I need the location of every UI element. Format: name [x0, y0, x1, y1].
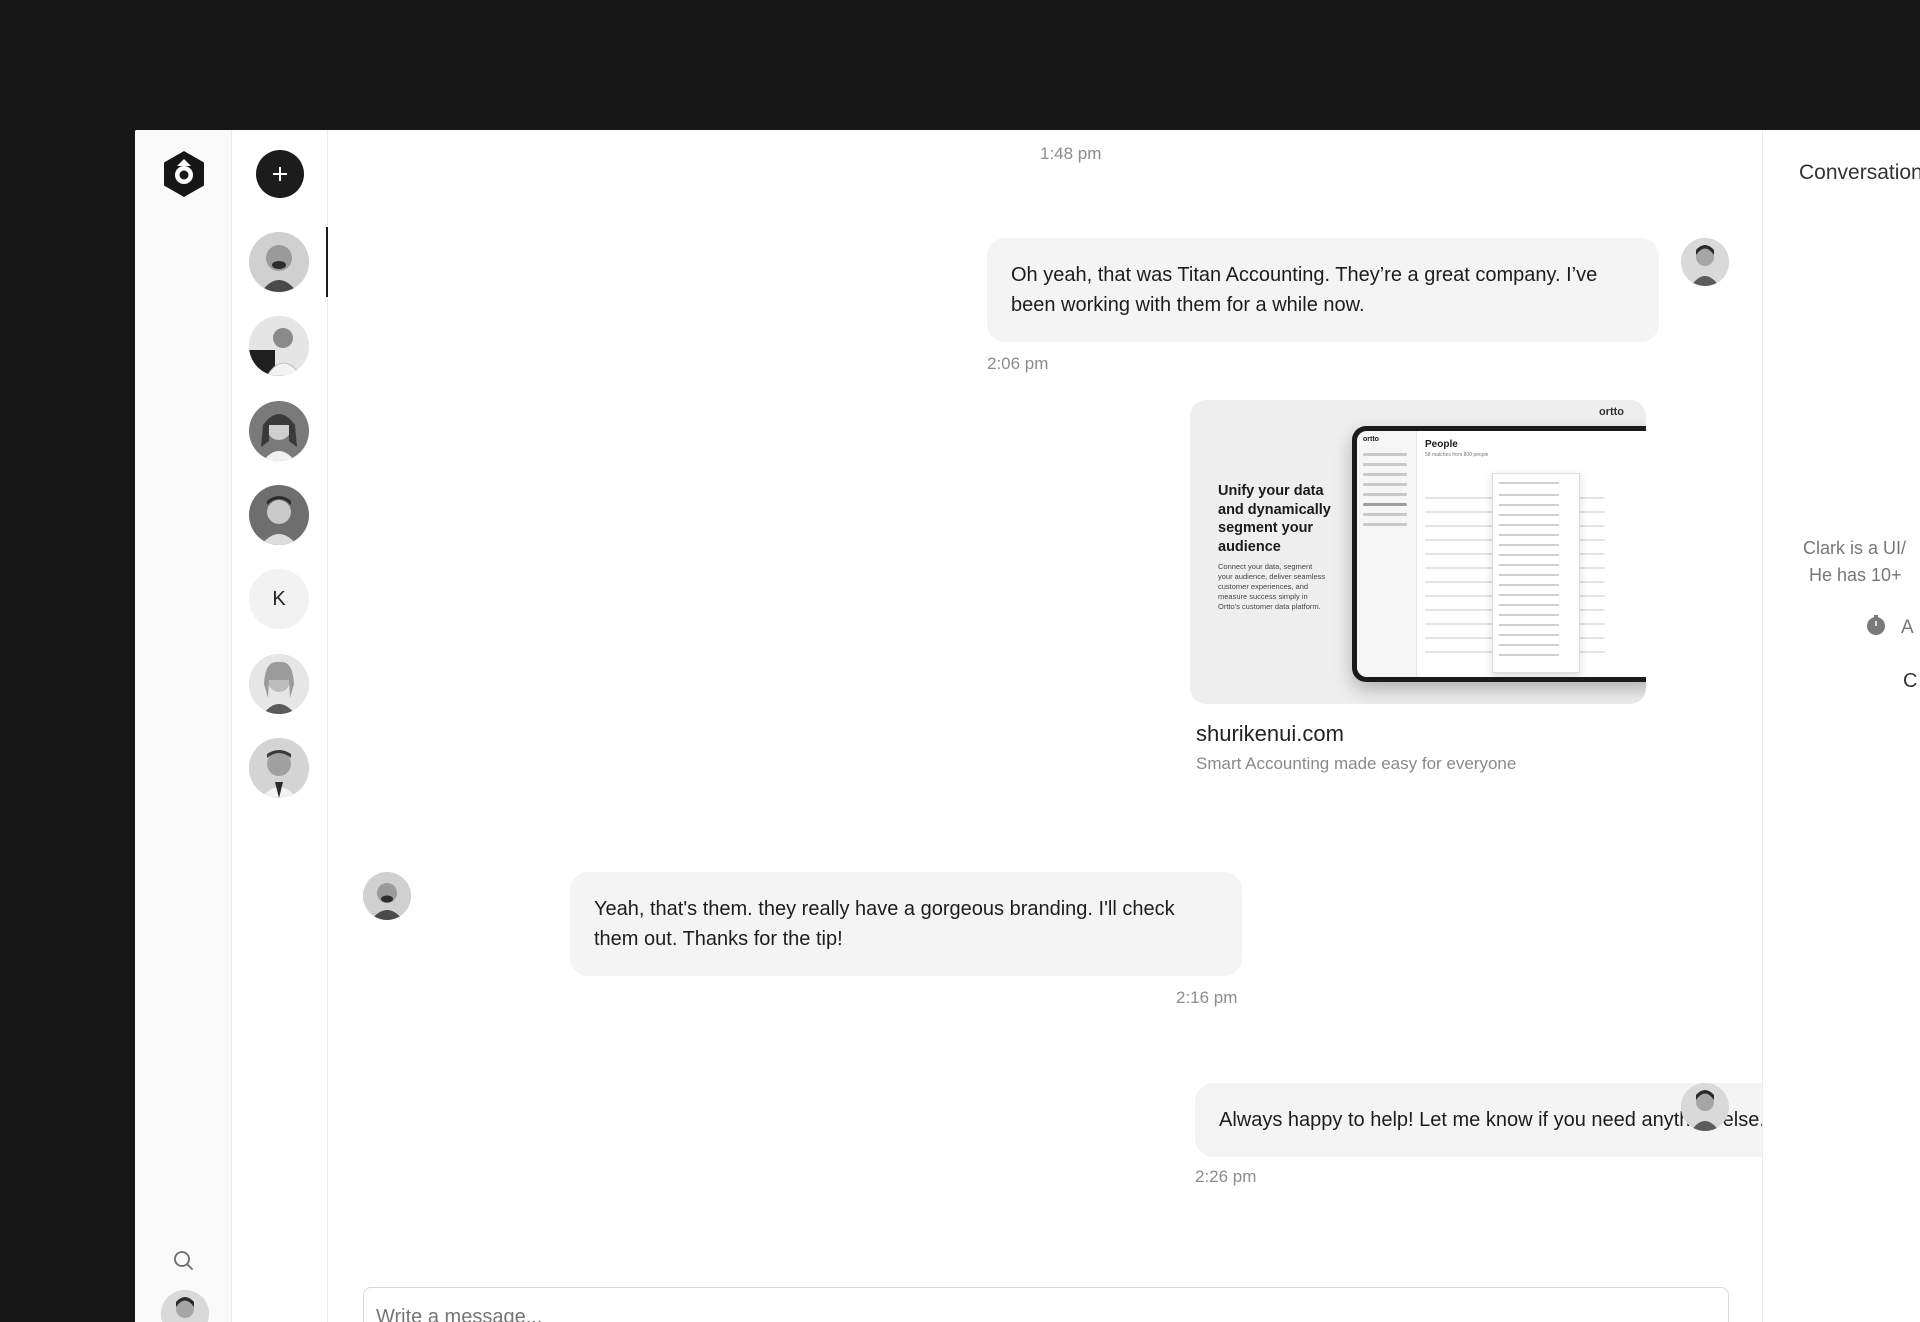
search-icon[interactable]	[169, 1246, 197, 1274]
details-title: Conversation	[1799, 161, 1920, 184]
contact-avatar[interactable]	[249, 316, 309, 376]
mockup-dropdown-line	[1499, 564, 1559, 566]
current-user-avatar[interactable]	[161, 1290, 209, 1322]
contact-initial[interactable]: K	[249, 569, 309, 629]
mockup-dropdown-line	[1499, 584, 1559, 586]
contact-avatar[interactable]	[249, 738, 309, 798]
link-preview-brand: ortto	[1598, 406, 1624, 418]
message-timestamp: 1:48 pm	[1040, 144, 1102, 163]
contact-avatar[interactable]	[249, 654, 309, 714]
link-preview-body: Connect your data, segment your audience…	[1218, 562, 1326, 611]
details-extra-text: C	[1903, 670, 1918, 692]
timer-icon	[1865, 614, 1887, 642]
mockup-subtitle: 58 matches from 800 people	[1425, 452, 1489, 458]
mockup-dropdown-line	[1499, 524, 1559, 526]
mockup-dropdown-line	[1499, 644, 1559, 646]
message-bubble-incoming[interactable]: Yeah, that's them. they really have a go…	[570, 872, 1242, 976]
message-timestamp: 2:16 pm	[1176, 988, 1238, 1007]
contact-avatar[interactable]	[249, 485, 309, 545]
app-rail	[135, 130, 232, 1322]
mockup-dropdown-line	[1499, 534, 1559, 536]
conversation-details-panel: Conversation Clark is a UI/ He has 10+ A…	[1762, 130, 1920, 1322]
message-input[interactable]	[363, 1287, 1729, 1322]
mockup-nav-item	[1363, 483, 1407, 486]
new-conversation-button[interactable]	[256, 150, 304, 198]
message-timestamp: 2:06 pm	[987, 354, 1049, 373]
mockup-dropdown-line	[1499, 554, 1559, 556]
mockup-sidebar: ortto	[1357, 431, 1417, 677]
conversation-pane: 1:48 pm Oh yeah, that was Titan Accounti…	[328, 130, 1849, 1322]
details-stat: A	[1865, 614, 1914, 642]
message-timestamp: 2:26 pm	[1195, 1167, 1257, 1186]
messaging-app: K 1:48 pm Oh yeah, that was Titan Accoun…	[135, 130, 1920, 1322]
plus-icon	[273, 167, 287, 181]
mockup-dropdown-line	[1499, 482, 1559, 484]
contact-avatar[interactable]	[249, 401, 309, 461]
mockup-nav-item	[1363, 453, 1407, 456]
mockup-nav-item	[1363, 493, 1407, 496]
mockup-dropdown-line	[1499, 494, 1559, 496]
tablet-mockup: ortto People 58 matches from 800 people	[1352, 426, 1646, 682]
message-bubble-outgoing[interactable]: Always happy to help! Let me know if you…	[1195, 1083, 1849, 1157]
contacts-list: K	[232, 130, 328, 1322]
mockup-nav-item	[1363, 523, 1407, 526]
details-bio: Clark is a UI/ He has 10+	[1803, 535, 1906, 589]
details-bio-line: He has 10+	[1809, 565, 1902, 585]
contact-avatar[interactable]	[249, 232, 309, 292]
current-user-avatar[interactable]	[1681, 238, 1729, 286]
link-preview-description: Smart Accounting made easy for everyone	[1196, 754, 1517, 773]
details-stat-text: A	[1901, 617, 1914, 638]
mockup-dropdown-line	[1499, 544, 1559, 546]
mockup-dropdown-line	[1499, 634, 1559, 636]
mockup-dropdown-line	[1499, 504, 1559, 506]
mockup-nav-item	[1363, 473, 1407, 476]
details-bio-line: Clark is a UI/	[1803, 538, 1907, 558]
mockup-logo: ortto	[1363, 436, 1379, 443]
mockup-dropdown-line	[1499, 614, 1559, 616]
mockup-nav-item	[1363, 513, 1407, 516]
hexagon-logo-icon[interactable]	[161, 149, 207, 199]
tablet-screen: ortto People 58 matches from 800 people	[1357, 431, 1646, 677]
mockup-dropdown-line	[1499, 604, 1559, 606]
mockup-dropdown-line	[1499, 624, 1559, 626]
mockup-dropdown-line	[1499, 574, 1559, 576]
mockup-dropdown-line	[1499, 654, 1559, 656]
mockup-dropdown	[1492, 473, 1580, 673]
contact-avatar[interactable]	[363, 872, 411, 920]
mockup-title: People	[1425, 439, 1458, 450]
mockup-nav-item	[1363, 503, 1407, 506]
message-bubble-outgoing[interactable]: Oh yeah, that was Titan Accounting. They…	[987, 238, 1659, 342]
current-user-avatar[interactable]	[1681, 1083, 1729, 1131]
link-preview-image[interactable]: ortto Unify your data and dynamically se…	[1190, 400, 1646, 704]
link-preview-headline: Unify your data and dynamically segment …	[1218, 483, 1331, 555]
mockup-dropdown-line	[1499, 594, 1559, 596]
mockup-dropdown-line	[1499, 514, 1559, 516]
link-preview-site[interactable]: shurikenui.com	[1196, 721, 1344, 747]
mockup-nav-item	[1363, 463, 1407, 466]
